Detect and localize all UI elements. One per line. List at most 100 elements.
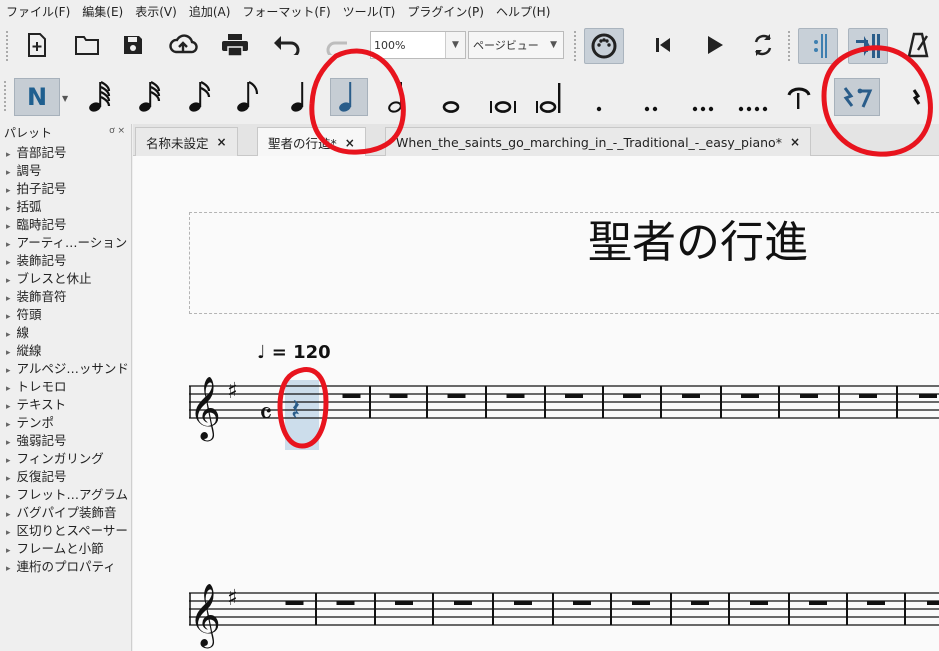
cloud-upload-icon[interactable]: [166, 28, 200, 62]
tab-untitled[interactable]: 名称未設定 ×: [135, 127, 238, 156]
whole-rest-icon: [336, 601, 355, 605]
palette-item[interactable]: 連桁のプロパティ: [6, 558, 129, 576]
palette-item[interactable]: 拍子記号: [6, 180, 129, 198]
palette-item[interactable]: テキスト: [6, 396, 129, 414]
note-quarter-icon: [339, 82, 352, 112]
double-dot-icon: [644, 106, 658, 112]
menu-edit[interactable]: 編集(E): [82, 3, 123, 20]
palette-item[interactable]: テンポ: [6, 414, 129, 432]
tab-when-the-saints[interactable]: When_the_saints_go_marching_in_-_Traditi…: [385, 127, 812, 156]
note-longa-icon: [536, 83, 561, 113]
note-eighth-icon: [237, 81, 259, 112]
file-toolbar: 100% ▼ ページビュー ▼: [0, 22, 939, 70]
palette-item[interactable]: 調号: [6, 162, 129, 180]
duration-32nd-button[interactable]: [130, 78, 168, 116]
pan-icon[interactable]: [848, 28, 888, 64]
new-file-icon[interactable]: [20, 28, 54, 62]
palette-item[interactable]: フィンガリング: [6, 450, 129, 468]
whole-rest-icon: [682, 394, 700, 398]
zoom-value: 100%: [374, 38, 406, 52]
duration-breve-button[interactable]: [484, 78, 522, 116]
undo-icon[interactable]: [270, 28, 304, 62]
whole-rest-icon: [809, 601, 827, 605]
save-icon[interactable]: [116, 28, 150, 62]
menu-plugins[interactable]: プラグイン(P): [407, 3, 484, 20]
print-icon[interactable]: [218, 28, 252, 62]
duration-half-button[interactable]: [380, 78, 418, 116]
palette-item[interactable]: 符頭: [6, 306, 129, 324]
palette-item[interactable]: 括弧: [6, 198, 129, 216]
palette-item[interactable]: 装飾記号: [6, 252, 129, 270]
palette-item[interactable]: バグパイプ装飾音: [6, 504, 129, 522]
metronome-icon[interactable]: [902, 28, 936, 62]
palette-controls[interactable]: ơ ×: [109, 126, 125, 136]
palette-item[interactable]: 区切りとスペーサー: [6, 522, 129, 540]
triple-dot-button[interactable]: [684, 78, 722, 116]
whole-rest-icon: [750, 601, 768, 605]
palette-item[interactable]: 縦線: [6, 342, 129, 360]
palette-item[interactable]: ブレスと休止: [6, 270, 129, 288]
palette-item[interactable]: アーティ…ーション: [6, 234, 129, 252]
whole-rest-icon: [395, 601, 413, 605]
menu-help[interactable]: ヘルプ(H): [496, 3, 550, 20]
duration-64th-button[interactable]: [80, 78, 118, 116]
note-64th-icon: [89, 81, 111, 112]
double-dot-button[interactable]: [632, 78, 670, 116]
open-folder-icon[interactable]: [70, 28, 104, 62]
toolbar-grip[interactable]: [6, 31, 10, 61]
view-mode-combo[interactable]: ページビュー ▼: [468, 31, 564, 59]
triple-dot-icon: [692, 106, 714, 112]
palette-item[interactable]: トレモロ: [6, 378, 129, 396]
duration-eighth-button[interactable]: [228, 78, 266, 116]
staff-system[interactable]: 𝄞 ♯𝄽𝄴𝄞 ♯: [133, 156, 939, 651]
palette-item[interactable]: 反復記号: [6, 468, 129, 486]
duration-whole-button[interactable]: [432, 78, 470, 116]
menu-view[interactable]: 表示(V): [135, 3, 177, 20]
palette-item[interactable]: 線: [6, 324, 129, 342]
duration-16th-button[interactable]: [180, 78, 218, 116]
close-icon[interactable]: ×: [790, 135, 800, 149]
zoom-combo[interactable]: 100% ▼: [370, 31, 466, 59]
tab-saints-march[interactable]: 聖者の行進* ×: [257, 127, 366, 157]
note-input-mode-button[interactable]: N: [14, 78, 60, 116]
chevron-down-icon[interactable]: ▼: [445, 32, 465, 58]
whole-rest-icon: [389, 394, 408, 398]
whole-rest-icon: [867, 601, 885, 605]
voice-rest-button[interactable]: [898, 78, 936, 116]
whole-rest-icon: [454, 601, 472, 605]
play-repeats-icon[interactable]: [798, 28, 838, 64]
duration-quarter-button[interactable]: [282, 78, 320, 116]
tie-icon: [787, 87, 811, 109]
menu-file[interactable]: ファイル(F): [6, 3, 70, 20]
menu-format[interactable]: フォーマット(F): [242, 3, 330, 20]
midi-icon[interactable]: [584, 28, 624, 64]
duration-longa-button[interactable]: [530, 78, 568, 116]
loop-icon[interactable]: [746, 28, 780, 62]
palette-item[interactable]: 装飾音符: [6, 288, 129, 306]
palette-item[interactable]: フレームと小節: [6, 540, 129, 558]
palette-item[interactable]: 音部記号: [6, 144, 129, 162]
treble-clef-icon: 𝄞: [189, 376, 221, 442]
palette-item[interactable]: フレット…アグラム: [6, 486, 129, 504]
redo-icon[interactable]: [322, 28, 356, 62]
toolbar-grip[interactable]: [4, 81, 8, 111]
close-icon[interactable]: ×: [217, 135, 227, 149]
rewind-icon[interactable]: [646, 28, 680, 62]
play-icon[interactable]: [698, 28, 732, 62]
note-32nd-icon: [139, 81, 161, 112]
rest-button[interactable]: [834, 78, 880, 116]
augmentation-dot-button[interactable]: [580, 78, 618, 116]
tie-button[interactable]: [780, 78, 818, 116]
toolbar-grip[interactable]: [574, 31, 578, 61]
duration-quarter-selected-button[interactable]: [330, 78, 368, 116]
palette-item[interactable]: 臨時記号: [6, 216, 129, 234]
menu-tools[interactable]: ツール(T): [343, 3, 396, 20]
palette-item[interactable]: 強弱記号: [6, 432, 129, 450]
quadruple-dot-button[interactable]: [734, 78, 772, 116]
score-canvas[interactable]: 聖者の行進 ♩ = 120 𝄞 ♯ 𝄽 𝄴 𝄞 ♯: [133, 156, 939, 651]
chevron-down-icon[interactable]: ▼: [62, 94, 68, 103]
palette-item[interactable]: アルペジ…ッサンド: [6, 360, 129, 378]
close-icon[interactable]: ×: [345, 136, 355, 150]
toolbar-grip[interactable]: [788, 31, 792, 61]
menu-add[interactable]: 追加(A): [189, 3, 231, 20]
